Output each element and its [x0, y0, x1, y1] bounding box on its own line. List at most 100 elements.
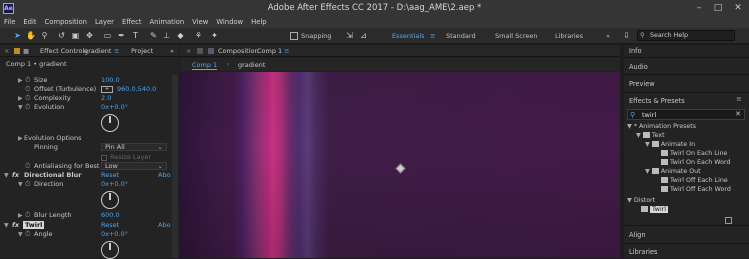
- property-value[interactable]: 0x+0.0°: [101, 180, 128, 189]
- brush-tool-icon[interactable]: ✎: [149, 31, 158, 40]
- panel-menu-icon[interactable]: ≡: [284, 47, 289, 55]
- effect-twirl[interactable]: ▼ fx Twirl Reset Abo: [0, 221, 179, 230]
- tree-animation-presets[interactable]: ▼ * Animation Presets: [627, 123, 696, 130]
- workspace-small-screen[interactable]: Small Screen: [495, 32, 537, 40]
- folder-icon: [651, 141, 659, 147]
- tree-distort[interactable]: ▼ Distort: [627, 197, 655, 204]
- close-tab-icon[interactable]: ×: [186, 47, 191, 55]
- tree-animate-out[interactable]: ▼ Animate Out: [645, 168, 701, 175]
- menu-layer[interactable]: Layer: [91, 17, 118, 28]
- direction-dial[interactable]: [101, 191, 119, 209]
- menu-animation[interactable]: Animation: [146, 17, 189, 28]
- menu-composition[interactable]: Composition: [41, 17, 91, 28]
- tree-twirl-on-each-word[interactable]: Twirl On Each Word: [661, 159, 730, 166]
- preview-panel-header[interactable]: Preview: [629, 80, 655, 88]
- resize-layer-checkbox[interactable]: [101, 155, 107, 161]
- snapping-checkbox[interactable]: [290, 32, 298, 40]
- close-tab-icon[interactable]: ×: [4, 47, 9, 55]
- tree-twirl-off-each-word[interactable]: Twirl Off Each Word: [661, 186, 731, 193]
- subtab-gradient[interactable]: gradient: [238, 61, 265, 69]
- roto-brush-tool-icon[interactable]: ⚘: [194, 31, 203, 40]
- sync-icon[interactable]: ⇩: [622, 31, 631, 40]
- audio-panel-header[interactable]: Audio: [629, 63, 648, 71]
- fx-icon[interactable]: fx: [12, 221, 19, 230]
- crosshair-icon[interactable]: +: [101, 86, 113, 93]
- pen-tool-icon[interactable]: ✒: [117, 31, 126, 40]
- property-value[interactable]: 2.0: [101, 94, 111, 103]
- property-value[interactable]: 0x+0.0°: [101, 103, 128, 112]
- menu-effect[interactable]: Effect: [118, 17, 146, 28]
- menu-view[interactable]: View: [188, 17, 212, 28]
- antialiasing-dropdown[interactable]: Low ⌄: [101, 162, 167, 170]
- subtab-comp1[interactable]: Comp 1: [192, 61, 218, 70]
- angle-dial[interactable]: [101, 241, 119, 259]
- property-value[interactable]: 600.0: [101, 211, 120, 220]
- property-evolution-options[interactable]: ▶ Evolution Options: [0, 134, 179, 143]
- property-value[interactable]: 960.0,540.0: [117, 85, 156, 94]
- eraser-tool-icon[interactable]: ◆: [176, 31, 185, 40]
- clone-stamp-tool-icon[interactable]: ⊥: [162, 31, 171, 40]
- about-link[interactable]: Abo: [158, 171, 171, 180]
- rectangle-tool-icon[interactable]: ▭: [103, 31, 112, 40]
- info-panel-header[interactable]: Info: [629, 47, 641, 55]
- workspaces-more-icon[interactable]: »: [606, 32, 610, 40]
- libraries-panel-header[interactable]: Libraries: [629, 248, 657, 256]
- pan-behind-tool-icon[interactable]: ✥: [85, 31, 94, 40]
- snapping-label: Snapping: [301, 32, 332, 40]
- puppet-tool-icon[interactable]: ✦: [210, 31, 219, 40]
- property-value[interactable]: 0x+0.0°: [101, 230, 128, 239]
- property-value[interactable]: 100.0: [101, 76, 120, 85]
- search-help-input[interactable]: ⚲ Search Help: [637, 30, 735, 41]
- tree-twirl-effect[interactable]: Twirl: [641, 206, 669, 213]
- tree-text[interactable]: ▼ Text: [636, 132, 665, 139]
- menu-file[interactable]: File: [0, 17, 19, 28]
- align-panel-header[interactable]: Align: [629, 231, 646, 239]
- tab-project[interactable]: Project: [131, 47, 153, 55]
- workspace-menu-icon[interactable]: ≡: [430, 32, 435, 40]
- tab-effect-controls[interactable]: Effect Controls: [40, 47, 88, 55]
- panel-menu-icon[interactable]: ≡: [736, 95, 742, 103]
- camera-tool-icon[interactable]: ▣: [71, 31, 80, 40]
- minimize-icon[interactable]: –: [689, 0, 709, 17]
- maximize-icon[interactable]: □: [708, 0, 728, 17]
- search-icon: ⚲: [630, 111, 636, 119]
- effect-directional-blur[interactable]: ▼ fx Directional Blur Reset Abo: [0, 171, 179, 180]
- workspace-essentials[interactable]: Essentials: [392, 32, 425, 40]
- workspace-libraries[interactable]: Libraries: [555, 32, 583, 40]
- tree-animate-in[interactable]: ▼ Animate In: [645, 141, 695, 148]
- rotate-tool-icon[interactable]: ↺: [57, 31, 66, 40]
- panel-menu-icon[interactable]: ≡: [114, 47, 119, 55]
- selection-tool-icon[interactable]: ➤: [13, 31, 22, 40]
- effects-presets-header[interactable]: Effects & Presets: [629, 97, 685, 105]
- menu-help[interactable]: Help: [247, 17, 271, 28]
- workspace-standard[interactable]: Standard: [446, 32, 476, 40]
- tab-comp-name[interactable]: Comp 1: [257, 47, 282, 55]
- close-icon[interactable]: ✕: [728, 0, 748, 17]
- about-link[interactable]: Abo: [158, 221, 171, 230]
- zoom-tool-icon[interactable]: ⚲: [40, 31, 49, 40]
- new-folder-icon[interactable]: [725, 217, 732, 224]
- composition-viewer[interactable]: [180, 72, 620, 258]
- property-angle: ▼ ⏱ Angle 0x+0.0°: [18, 230, 129, 239]
- fx-icon[interactable]: fx: [12, 171, 19, 180]
- clear-search-icon[interactable]: ✕: [735, 110, 741, 118]
- tab-effect-target[interactable]: gradient: [84, 47, 111, 55]
- reset-link[interactable]: Reset: [101, 171, 119, 180]
- tree-twirl-off-each-line[interactable]: Twirl Off Each Line: [661, 177, 728, 184]
- snap-options-icon[interactable]: ⇲: [345, 31, 354, 40]
- panel-lock-icon[interactable]: [197, 48, 203, 54]
- hand-tool-icon[interactable]: ✋: [26, 31, 36, 40]
- panel-expand-icon[interactable]: »: [170, 47, 174, 55]
- tab-composition[interactable]: Composition: [218, 47, 259, 55]
- snap-extra-icon[interactable]: ⊿: [359, 31, 368, 40]
- menu-edit[interactable]: Edit: [19, 17, 40, 28]
- effects-search-input[interactable]: ⚲ twirl ✕: [627, 109, 745, 120]
- menu-window[interactable]: Window: [212, 17, 247, 28]
- type-tool-icon[interactable]: T: [131, 31, 140, 40]
- composition-panel: × Composition Comp 1 ≡ Comp 1 ‹ gradient: [180, 45, 620, 258]
- tree-twirl-on-each-line[interactable]: Twirl On Each Line: [661, 150, 727, 157]
- evolution-dial[interactable]: [101, 114, 119, 132]
- reset-link[interactable]: Reset: [101, 221, 119, 230]
- panel-lock-icon[interactable]: [14, 48, 20, 54]
- pinning-dropdown[interactable]: Pin All ⌄: [101, 143, 167, 151]
